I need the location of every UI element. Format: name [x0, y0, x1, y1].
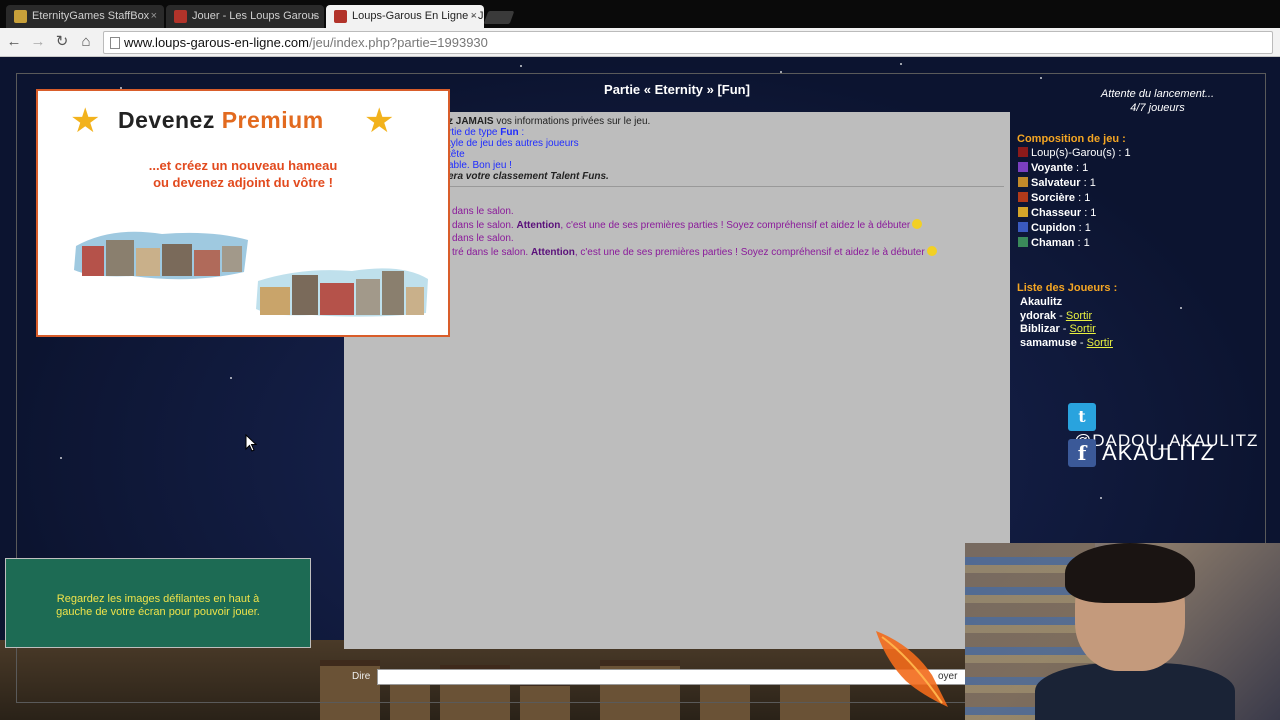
- player-item: ydorak - Sortir: [1020, 309, 1093, 322]
- kick-player-link[interactable]: Sortir: [1066, 310, 1092, 322]
- eternitygames-logo: [876, 631, 948, 707]
- facebook-handle: f AKAULITZ: [1068, 439, 1215, 467]
- chat-intro-line: z JAMAIS vos informations privées sur le…: [448, 116, 651, 127]
- role-item: Sorcière : 1: [1018, 192, 1131, 207]
- kick-player-link[interactable]: Sortir: [1070, 323, 1096, 335]
- player-item: Biblizar - Sortir: [1020, 323, 1096, 335]
- scroll-images-notice: Regardez les images défilantes en haut à…: [5, 558, 311, 648]
- tab-label: EternityGames StaffBox: [32, 10, 150, 22]
- twitter-icon: t: [1068, 403, 1096, 431]
- star-icon: ★: [70, 102, 101, 140]
- tab-label: Loups-Garous En Ligne - J: [352, 10, 484, 22]
- cupid-icon: [1018, 222, 1028, 232]
- smiley-icon: [926, 245, 937, 256]
- role-item: Chaman : 1: [1018, 237, 1131, 252]
- witch-icon: [1018, 192, 1028, 202]
- chat-divider: [444, 186, 1004, 187]
- smiley-icon: [912, 218, 923, 229]
- tab-loups-garous-en-ligne[interactable]: Loups-Garous En Ligne - J ×: [326, 5, 484, 28]
- say-label: Dire: [352, 671, 371, 682]
- chat-message: dans le salon.: [452, 206, 514, 217]
- favicon-icon: [174, 10, 187, 23]
- home-icon[interactable]: ⌂: [76, 32, 96, 52]
- page-icon: [110, 37, 120, 49]
- close-tab-icon[interactable]: ×: [311, 5, 317, 28]
- ad-subtitle: ...et créez un nouveau hameau ou devenez…: [148, 158, 338, 190]
- favicon-icon: [14, 10, 27, 23]
- role-item: Chasseur : 1: [1018, 207, 1131, 222]
- seer-icon: [1018, 162, 1028, 172]
- close-tab-icon[interactable]: ×: [471, 5, 477, 28]
- address-bar[interactable]: www.loups-garous-en-ligne.com/jeu/index.…: [103, 31, 1273, 54]
- forward-arrow-icon[interactable]: →: [28, 32, 48, 52]
- village-drawing-right: [256, 268, 428, 317]
- players-title: Liste des Joueurs :: [1017, 282, 1118, 294]
- webcam-overlay: [965, 543, 1280, 720]
- mouse-cursor-icon: [245, 434, 257, 452]
- chat-intro-line: rtie de type Fun :: [448, 127, 525, 138]
- chat-message: dans le salon.: [452, 233, 514, 244]
- chat-message: dans le salon. Attention, c'est une de s…: [452, 218, 937, 233]
- role-item: Salvateur : 1: [1018, 177, 1131, 192]
- hunter-icon: [1018, 207, 1028, 217]
- chat-message: tré dans le salon. Attention, c'est une …: [452, 245, 937, 260]
- close-tab-icon[interactable]: ×: [151, 5, 157, 28]
- reload-icon[interactable]: ↻: [52, 32, 72, 52]
- role-item: Voyante : 1: [1018, 162, 1131, 177]
- kick-player-link[interactable]: Sortir: [1087, 337, 1113, 349]
- tab-eternitygames-staffbox[interactable]: EternityGames StaffBox ×: [6, 5, 164, 28]
- role-item: Loup(s)-Garou(s) : 1: [1018, 147, 1131, 162]
- premium-ad[interactable]: ★ ★ Devenez Premium ...et créez un nouve…: [36, 89, 450, 337]
- chat-log: dans le salon. dans le salon. Attention,…: [452, 205, 937, 259]
- ad-headline: Devenez Premium: [118, 107, 324, 133]
- new-tab-button[interactable]: [483, 11, 515, 24]
- shaman-icon: [1018, 237, 1028, 247]
- role-item: Cupidon : 1: [1018, 222, 1131, 237]
- waiting-status: Attente du lancement... 4/7 joueurs: [1100, 88, 1215, 114]
- composition-list: Loup(s)-Garou(s) : 1 Voyante : 1 Salvate…: [1018, 147, 1131, 252]
- tab-jouer-loups-garous[interactable]: Jouer - Les Loups Garous ×: [166, 5, 324, 28]
- chat-intro-line: able. Bon jeu !: [448, 160, 512, 171]
- werewolf-icon: [1018, 147, 1028, 157]
- browser-tab-bar: EternityGames StaffBox × Jouer - Les Lou…: [0, 0, 1280, 28]
- browser-toolbar: ← → ↻ ⌂ www.loups-garous-en-ligne.com/je…: [0, 28, 1280, 57]
- chat-intro-line: era votre classement Talent Funs.: [448, 171, 609, 182]
- star-icon: ★: [364, 102, 395, 140]
- tab-label: Jouer - Les Loups Garous: [192, 10, 320, 22]
- chat-intro-line: tête: [448, 149, 465, 160]
- back-arrow-icon[interactable]: ←: [4, 32, 24, 52]
- players-list: Akaulitz ydorak - Sortir Biblizar - Sort…: [1020, 296, 1113, 350]
- guardian-icon: [1018, 177, 1028, 187]
- village-drawing-left: [74, 231, 248, 280]
- player-item: samamuse - Sortir: [1020, 336, 1113, 349]
- chat-intro: z JAMAIS vos informations privées sur le…: [448, 116, 650, 182]
- player-item: Akaulitz: [1020, 296, 1063, 308]
- composition-title: Composition de jeu :: [1017, 133, 1126, 145]
- facebook-icon: f: [1068, 439, 1096, 467]
- chat-intro-line: tyle de jeu des autres joueurs: [448, 138, 579, 149]
- url-text: www.loups-garous-en-ligne.com/jeu/index.…: [124, 35, 488, 50]
- favicon-icon: [334, 10, 347, 23]
